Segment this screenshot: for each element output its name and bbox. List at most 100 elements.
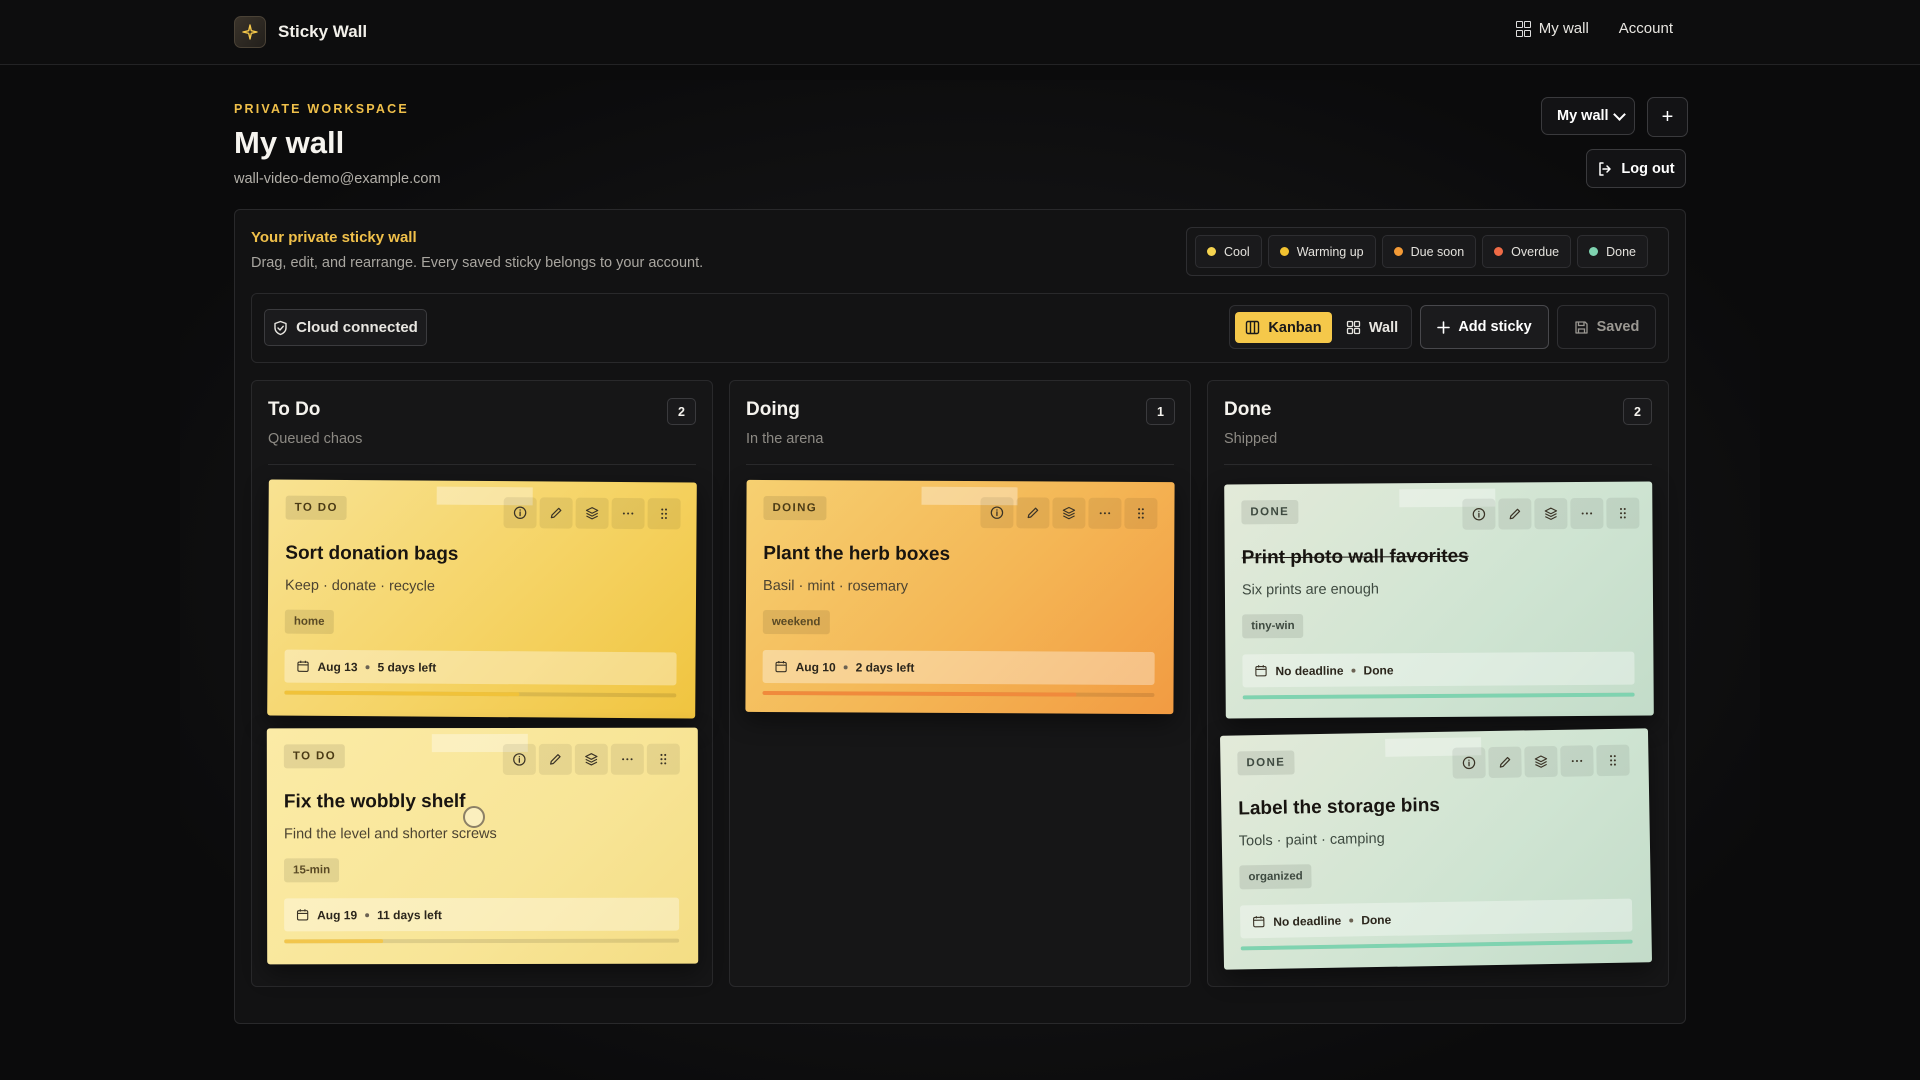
column-divider [1224, 464, 1652, 465]
drag-handle-icon[interactable] [1606, 497, 1640, 529]
legend-label: Overdue [1511, 244, 1560, 259]
pencil-icon[interactable] [538, 743, 572, 775]
brand[interactable]: Sticky Wall [234, 16, 367, 48]
sticky-card[interactable]: TO DO Sort donation bags Keep · donate ·… [267, 479, 697, 719]
nav-account[interactable]: Account [1619, 20, 1673, 37]
add-sticky-label: Add sticky [1458, 319, 1532, 335]
info-icon[interactable] [980, 497, 1014, 529]
drag-handle-icon[interactable] [1124, 497, 1158, 530]
card-subtitle: Tools · paint · camping [1238, 830, 1385, 850]
progress-track [762, 690, 1155, 698]
card-due: Done [1363, 662, 1394, 678]
drag-handle-icon[interactable] [646, 743, 680, 775]
sticky-card[interactable]: TO DO Fix the wobbly shelf Find the leve… [266, 727, 699, 965]
card-title: Label the storage bins [1238, 794, 1441, 820]
layers-icon[interactable] [575, 497, 609, 529]
card-title: Print photo wall favorites [1241, 545, 1469, 569]
nav-my-wall[interactable]: My wall [1515, 20, 1589, 37]
saved-label: Saved [1596, 319, 1640, 335]
card-due: 5 days left [377, 659, 437, 675]
layers-icon[interactable] [1534, 498, 1568, 530]
sticky-card[interactable]: DONE Label the storage bins Tools · pain… [1219, 728, 1653, 970]
logout-button[interactable]: Log out [1586, 149, 1686, 188]
kanban-view-button[interactable]: Kanban [1235, 312, 1332, 343]
wall-view-label: Wall [1368, 319, 1399, 336]
more-icon[interactable] [1570, 497, 1604, 530]
status-dot [1589, 247, 1599, 256]
legend-done: Done [1577, 235, 1648, 268]
layers-icon[interactable] [1052, 497, 1086, 529]
more-icon[interactable] [610, 743, 644, 775]
sparkle-icon [234, 16, 266, 48]
info-icon[interactable] [1462, 498, 1496, 530]
cloud-status-label: Cloud connected [296, 319, 418, 336]
info-icon[interactable] [503, 497, 537, 529]
progress-fill [284, 939, 383, 944]
column-title: Doing [746, 399, 800, 420]
column-count: 2 [667, 398, 696, 425]
column-divider [268, 464, 696, 465]
workspace-eyebrow: PRIVATE WORKSPACE [234, 102, 409, 116]
card-actions [502, 743, 680, 775]
status-badge: DONE [1237, 750, 1295, 776]
progress-fill [762, 690, 1077, 697]
grid-icon [1346, 320, 1361, 335]
status-dot [1279, 247, 1289, 256]
add-sticky-button[interactable]: Add sticky [1420, 305, 1549, 349]
wall-select[interactable]: My wall [1541, 97, 1635, 135]
card-tag: home [284, 609, 334, 634]
info-icon[interactable] [502, 743, 536, 775]
pencil-icon[interactable] [539, 497, 573, 529]
card-subtitle: Basil · mint · rosemary [763, 577, 909, 595]
card-subtitle: Find the level and shorter screws [283, 825, 497, 843]
nav-my-wall-label: My wall [1538, 20, 1589, 37]
status-dot [1393, 247, 1403, 256]
separator-dot [1351, 668, 1356, 673]
wall-view-button[interactable]: Wall [1337, 312, 1407, 343]
card-tag: tiny-win [1242, 613, 1304, 639]
sticky-card[interactable]: DOING Plant the herb boxes Basil · mint … [745, 479, 1175, 715]
info-icon[interactable] [1452, 747, 1486, 779]
more-icon[interactable] [611, 497, 645, 530]
drag-handle-icon[interactable] [1596, 744, 1630, 777]
legend-label: Cool [1224, 244, 1250, 259]
legend-label: Done [1606, 244, 1636, 259]
progress-fill [284, 690, 520, 697]
card-due-row: Aug 19 11 days left [284, 897, 680, 932]
progress-track [284, 938, 680, 944]
pencil-icon[interactable] [1016, 497, 1050, 529]
status-dot [1494, 247, 1504, 256]
separator-dot [1349, 917, 1354, 923]
separator-dot [843, 664, 848, 669]
card-actions [980, 497, 1158, 530]
nav-links: My wall Account [1515, 20, 1673, 37]
mouse-cursor [463, 806, 485, 828]
column-count: 1 [1146, 398, 1175, 425]
status-badge: DOING [763, 495, 827, 521]
more-icon[interactable] [1560, 745, 1594, 777]
card-due-row: Aug 13 5 days left [284, 649, 677, 686]
sticky-card[interactable]: DONE Print photo wall favorites Six prin… [1224, 481, 1654, 719]
more-icon[interactable] [1088, 497, 1122, 529]
pencil-icon[interactable] [1498, 498, 1532, 530]
pencil-icon[interactable] [1488, 746, 1522, 779]
add-wall-button[interactable]: + [1647, 97, 1688, 137]
progress-track [1242, 692, 1635, 700]
layers-icon[interactable] [574, 743, 608, 775]
status-badge: TO DO [283, 744, 346, 769]
card-due: Done [1361, 912, 1392, 927]
status-badge: DONE [1241, 499, 1299, 525]
drag-handle-icon[interactable] [647, 498, 681, 530]
kanban-view-label: Kanban [1268, 319, 1322, 336]
calendar-icon [296, 908, 309, 921]
layers-icon[interactable] [1524, 745, 1558, 778]
column-subtitle: Queued chaos [268, 431, 363, 447]
column-title: Done [1224, 399, 1272, 420]
log-out-icon [1599, 161, 1612, 176]
card-due-row: No deadline Done [1242, 651, 1635, 688]
card-due-row: Aug 10 2 days left [762, 649, 1155, 686]
intro-title: Your private sticky wall [251, 229, 417, 246]
saved-indicator: Saved [1557, 305, 1656, 349]
status-badge: TO DO [285, 495, 347, 521]
separator-dot [365, 664, 370, 669]
